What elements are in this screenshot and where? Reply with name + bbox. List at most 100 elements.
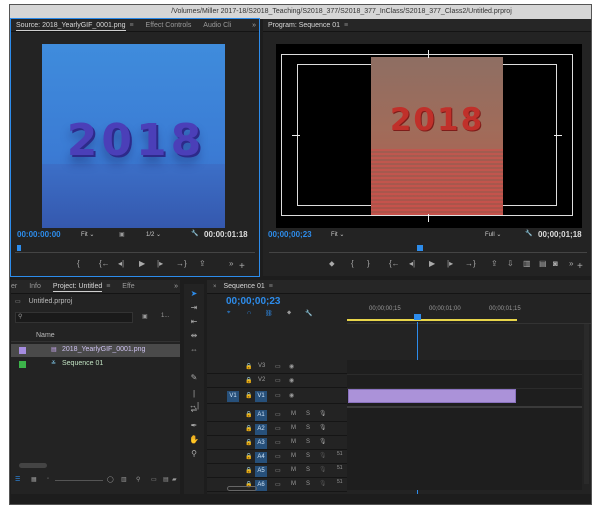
rolling-edit-tool-icon[interactable]: ⇹: [188, 330, 200, 342]
pen-tool-icon[interactable]: ✒: [188, 420, 200, 432]
snap-icon[interactable]: ∩: [247, 310, 251, 316]
sync-lock-icon[interactable]: ▭: [275, 425, 281, 432]
extract-icon[interactable]: ⇩: [507, 259, 514, 268]
go-to-out-icon[interactable]: →}: [176, 259, 187, 268]
eye-icon[interactable]: ◉: [289, 363, 294, 370]
mute-button[interactable]: M: [291, 467, 296, 473]
timeline-playhead-head[interactable]: [414, 314, 421, 320]
source-resolution-select[interactable]: 1/2 ⌄: [146, 231, 161, 238]
zoom-in-icon[interactable]: ◯: [107, 476, 114, 483]
step-forward-icon[interactable]: |▸: [447, 259, 453, 268]
mute-button[interactable]: M: [291, 481, 296, 487]
sync-lock-icon[interactable]: ▭: [275, 377, 281, 384]
list-item[interactable]: ≚ Sequence 01: [11, 358, 180, 371]
safe-margins-icon[interactable]: ▣: [119, 231, 125, 238]
track-content-area[interactable]: [347, 360, 582, 490]
icon-view-icon[interactable]: ▦: [31, 476, 37, 483]
razor-tool-icon[interactable]: ✎: [188, 372, 200, 384]
microphone-icon[interactable]: 🎙: [319, 438, 327, 445]
panel-menu-icon[interactable]: ≡: [106, 280, 110, 293]
overflow-chevron-icon[interactable]: »: [252, 19, 256, 32]
slip-tool-icon[interactable]: |↔|: [188, 388, 200, 410]
tab-media-browser[interactable]: er: [11, 280, 22, 293]
more-controls-icon[interactable]: »: [229, 259, 233, 268]
automate-to-sequence-icon[interactable]: ▥: [121, 476, 127, 483]
timeline-hscroll[interactable]: [227, 486, 257, 491]
program-quality-select[interactable]: Full ⌄: [485, 231, 501, 238]
work-area-bar[interactable]: [347, 319, 517, 321]
microphone-icon[interactable]: 🎙: [319, 452, 327, 459]
mute-button[interactable]: M: [291, 439, 296, 445]
lock-icon[interactable]: 🔒: [245, 439, 252, 446]
solo-button[interactable]: S: [306, 411, 310, 417]
new-bin-icon[interactable]: ▭: [151, 476, 157, 483]
sync-lock-icon[interactable]: ▭: [275, 439, 281, 446]
source-patch-v1[interactable]: V1: [227, 391, 239, 402]
settings-wrench-icon[interactable]: 🔧: [525, 230, 532, 237]
slide-tool-icon[interactable]: ⇌: [188, 404, 200, 416]
zoom-slider[interactable]: [55, 480, 103, 481]
video-clip[interactable]: [348, 389, 516, 403]
source-timecode[interactable]: 00:00:00:00: [17, 230, 61, 239]
export-frame-icon[interactable]: ◙: [553, 259, 558, 268]
mute-button[interactable]: M: [291, 411, 296, 417]
sync-lock-icon[interactable]: ▭: [275, 411, 281, 418]
solo-button[interactable]: S: [306, 481, 310, 487]
lock-icon[interactable]: 🔒: [245, 467, 252, 474]
mute-button[interactable]: M: [291, 453, 296, 459]
add-button-icon[interactable]: +: [577, 261, 583, 272]
rate-stretch-tool-icon[interactable]: ⇔: [188, 344, 200, 356]
mark-in-icon[interactable]: {: [77, 259, 80, 268]
hand-tool-icon[interactable]: ✋: [188, 434, 200, 446]
source-fit-select[interactable]: Fit ⌄: [81, 231, 94, 238]
track-label-a1[interactable]: A1: [255, 410, 267, 421]
tab-effects[interactable]: Effe: [117, 280, 139, 293]
solo-button[interactable]: S: [306, 453, 310, 459]
source-playhead[interactable]: [17, 245, 21, 251]
list-view-icon[interactable]: ☰: [15, 476, 20, 483]
project-search-input[interactable]: ⚲: [15, 312, 133, 323]
find-icon[interactable]: ⚲: [136, 476, 140, 483]
track-label-a5[interactable]: A5: [255, 466, 267, 477]
sync-lock-icon[interactable]: ▭: [275, 481, 281, 488]
sync-lock-icon[interactable]: ▭: [275, 453, 281, 460]
add-marker-icon[interactable]: ⬥: [329, 259, 335, 269]
step-back-icon[interactable]: ◂|: [118, 259, 124, 268]
track-select-tool-icon[interactable]: ⇥: [188, 302, 200, 314]
add-marker-icon[interactable]: ⬥: [287, 310, 291, 317]
microphone-icon[interactable]: 🎙: [319, 424, 327, 431]
lock-icon[interactable]: 🔒: [245, 377, 252, 384]
program-timecode[interactable]: 00;00;00;23: [268, 230, 312, 239]
tab-audio-clip-mixer[interactable]: Audio Cli: [198, 19, 236, 31]
list-item[interactable]: ▤ 2018_YearlyGIF_0001.png: [11, 344, 180, 357]
tab-effect-controls[interactable]: Effect Controls: [141, 19, 197, 31]
tab-program[interactable]: Program: Sequence 01 ≡: [263, 19, 353, 31]
step-back-icon[interactable]: ◂|: [409, 259, 415, 268]
new-item-icon[interactable]: ▤: [163, 476, 169, 483]
source-scrub-bar[interactable]: [15, 245, 255, 253]
lock-icon[interactable]: 🔒: [245, 411, 252, 418]
microphone-icon[interactable]: 🎙: [319, 466, 327, 473]
selection-tool-icon[interactable]: ➤: [188, 288, 200, 300]
add-button-icon[interactable]: +: [239, 261, 245, 272]
solo-button[interactable]: S: [306, 467, 310, 473]
ripple-edit-tool-icon[interactable]: ⇤: [188, 316, 200, 328]
step-forward-icon[interactable]: |▸: [157, 259, 163, 268]
settings-wrench-icon[interactable]: 🔧: [191, 230, 198, 237]
column-name[interactable]: Name: [36, 332, 55, 339]
sync-lock-icon[interactable]: ▭: [275, 392, 281, 399]
microphone-icon[interactable]: 🎙: [319, 480, 327, 487]
program-scrub-bar[interactable]: [269, 245, 587, 253]
program-playhead[interactable]: [417, 245, 423, 251]
tab-sequence[interactable]: Sequence 01 ≡: [218, 280, 277, 293]
solo-button[interactable]: S: [306, 425, 310, 431]
program-fit-select[interactable]: Fit ⌄: [331, 231, 344, 238]
nest-toggle-icon[interactable]: ⌖: [227, 310, 230, 317]
timeline-timecode[interactable]: 00;00;00;23: [226, 296, 280, 307]
lock-icon[interactable]: 🔒: [245, 425, 252, 432]
track-label-a4[interactable]: A4: [255, 452, 267, 463]
go-to-in-icon[interactable]: {←: [99, 259, 110, 268]
lock-icon[interactable]: 🔒: [245, 392, 252, 399]
eye-icon[interactable]: ◉: [289, 377, 294, 384]
project-hscroll[interactable]: [19, 463, 47, 468]
